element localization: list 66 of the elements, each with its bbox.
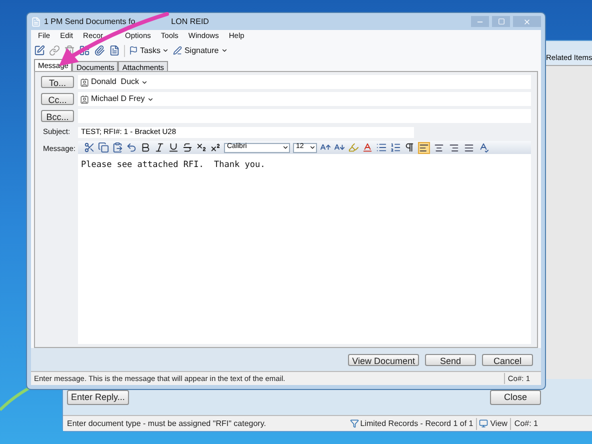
- align-button[interactable]: [448, 142, 460, 154]
- dialog-button[interactable]: Cancel: [482, 354, 533, 366]
- caret-icon: [162, 47, 170, 54]
- monitor-icon: [479, 419, 488, 428]
- recipient-button[interactable]: Cc...: [41, 93, 74, 105]
- shrink-font-icon[interactable]: [334, 142, 345, 153]
- numbered-list-icon[interactable]: [390, 142, 401, 153]
- enter-reply-button[interactable]: Enter Reply...: [67, 390, 129, 404]
- recipient-name: Donald Duck: [91, 76, 140, 88]
- caret-icon: [309, 144, 316, 151]
- recipient-field[interactable]: Michael D Frey: [78, 92, 531, 106]
- document-icon[interactable]: [109, 45, 120, 56]
- maximize-icon: [498, 18, 504, 25]
- flag-icon: [129, 46, 138, 55]
- pilcrow-icon[interactable]: [404, 142, 415, 153]
- close-icon: [523, 18, 531, 26]
- grid-icon[interactable]: [79, 45, 90, 56]
- recipient-field[interactable]: Donald Duck: [78, 75, 531, 89]
- toolbar-dropdown-button[interactable]: Signature: [173, 44, 228, 56]
- caret-icon: [220, 47, 228, 54]
- records-status: Limited Records - Record 1 of 1: [360, 418, 478, 430]
- link-icon[interactable]: [49, 45, 60, 56]
- caret-icon: [282, 144, 289, 151]
- bullet-list-icon[interactable]: [376, 142, 387, 153]
- mode-status: View: [490, 418, 512, 430]
- font-color-icon[interactable]: [362, 142, 373, 153]
- subscript-icon[interactable]: [196, 142, 207, 153]
- pen-icon: [173, 46, 182, 55]
- contact-icon: [80, 78, 89, 86]
- filter-icon: [350, 419, 360, 428]
- bold-icon[interactable]: [140, 142, 151, 153]
- toolbar-dropdown-button[interactable]: Tasks: [129, 44, 170, 56]
- window-icon: [31, 16, 41, 26]
- message-body-field[interactable]: Please see attached RFI. Thank you.: [78, 154, 531, 344]
- recipient-name: Michael D Frey: [91, 93, 145, 105]
- status-text: Enter document type - must be assigned "RFI" category.: [67, 418, 267, 430]
- underline-icon[interactable]: [168, 142, 179, 153]
- paste-icon[interactable]: [112, 142, 123, 153]
- contact-icon: [80, 94, 89, 104]
- align-button[interactable]: [463, 142, 475, 154]
- caret-icon[interactable]: [146, 96, 154, 102]
- align-icon: [434, 142, 444, 152]
- dialog-button[interactable]: View Document: [348, 354, 419, 366]
- dialog-button[interactable]: Send: [425, 354, 476, 366]
- align-icon: [449, 142, 459, 152]
- paperclip-icon[interactable]: [94, 45, 105, 56]
- window-title: LON REID: [171, 16, 209, 28]
- close-button[interactable]: Close: [490, 390, 541, 404]
- italic-icon[interactable]: [154, 142, 165, 153]
- spellcheck-icon[interactable]: [478, 142, 489, 153]
- superscript-icon[interactable]: [210, 142, 221, 153]
- window-title: 1 PM Send Documents fo: [44, 16, 136, 28]
- align-icon: [419, 142, 429, 152]
- company-status: Co#: 1: [513, 418, 539, 430]
- recipient-button[interactable]: Bcc...: [41, 110, 74, 122]
- compose-icon[interactable]: [34, 45, 45, 56]
- undo-icon[interactable]: [126, 142, 137, 153]
- grow-font-icon[interactable]: [320, 142, 331, 153]
- caret-icon[interactable]: [141, 78, 148, 86]
- cut-icon[interactable]: [84, 142, 95, 153]
- align-button[interactable]: [418, 142, 430, 154]
- align-icon: [464, 142, 474, 152]
- recipient-button[interactable]: To...: [41, 76, 74, 88]
- strikethrough-icon[interactable]: [182, 142, 193, 153]
- copy-icon[interactable]: [98, 142, 109, 153]
- align-button[interactable]: [433, 142, 445, 154]
